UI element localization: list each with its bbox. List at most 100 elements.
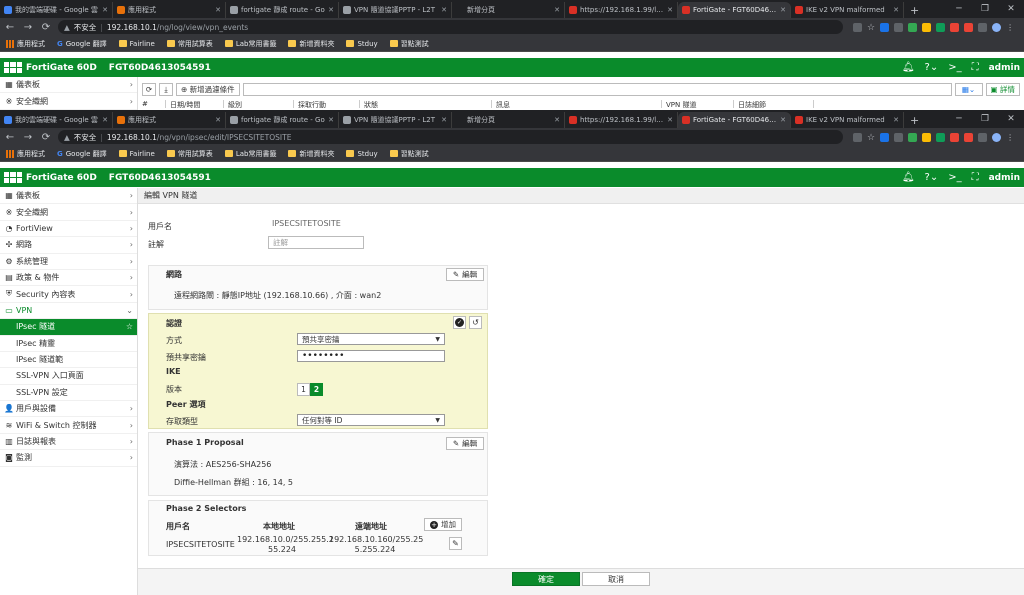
puzzle-icon[interactable]: [978, 22, 988, 32]
fullscreen-icon[interactable]: ⛶: [972, 62, 979, 73]
close-tab-icon[interactable]: ✕: [780, 116, 786, 124]
sidebar-item-dashboard-bg[interactable]: ▦ 儀表板 ›: [0, 77, 137, 94]
bell-icon[interactable]: 🔔︎: [902, 172, 915, 183]
forward-icon[interactable]: →: [22, 22, 34, 33]
method-select[interactable]: 預共享密鑰 ▼: [297, 333, 445, 345]
translate-icon[interactable]: [853, 132, 862, 142]
tab-2[interactable]: 應用程式 ✕: [113, 112, 226, 128]
sidebar-item-15[interactable]: ≋ WiFi & Switch 控制器 ›: [0, 417, 137, 434]
sidebar-item-12[interactable]: SSL-VPN 入口頁面: [0, 368, 137, 385]
bookmark-3[interactable]: Fairline: [118, 40, 155, 48]
forward-icon[interactable]: →: [22, 132, 34, 143]
menu-icon[interactable]: ⋮: [1006, 23, 1014, 32]
sidebar-item-14[interactable]: 👤 用戶與設備 ›: [0, 401, 137, 418]
ext-green-icon[interactable]: [908, 132, 918, 142]
bookmark-2[interactable]: G Google 翻譯: [57, 149, 107, 159]
phase2-edit-icon[interactable]: ✎: [449, 537, 462, 550]
sidebar-item-9[interactable]: IPsec 隧道 ☆: [0, 319, 137, 336]
avatar[interactable]: [992, 132, 1002, 142]
close-tab-icon[interactable]: ✕: [441, 6, 447, 14]
ext-red-icon[interactable]: [950, 132, 960, 142]
comment-input[interactable]: 註解: [268, 236, 364, 249]
tab-8[interactable]: IKE v2 VPN malformed ✕: [791, 2, 904, 18]
close-tab-icon[interactable]: ✕: [215, 6, 221, 14]
maximize-icon[interactable]: ❐: [972, 114, 998, 124]
fullscreen-icon[interactable]: ⛶: [972, 172, 979, 183]
ext-green-icon[interactable]: [908, 22, 918, 32]
ok-button[interactable]: 確定: [512, 572, 580, 586]
bookmark-1[interactable]: 應用程式: [6, 39, 45, 49]
tab-3[interactable]: fortigate 靜成 route - Go ✕: [226, 112, 339, 128]
bookmark-8[interactable]: 習點測試: [389, 149, 429, 159]
reload-icon[interactable]: ⟳: [40, 22, 52, 33]
bookmark-6[interactable]: 新增資料夾: [288, 149, 334, 159]
filter-input[interactable]: [242, 83, 952, 96]
sidebar-item-11[interactable]: IPsec 隧道範: [0, 352, 137, 369]
tab-3[interactable]: fortigate 靜成 route - Go ✕: [226, 2, 339, 18]
puzzle-icon[interactable]: [978, 132, 988, 142]
tab-5[interactable]: 新增分頁 ✕: [452, 112, 565, 128]
tab-7[interactable]: FortiGate - FGT60D4613 ✕: [678, 2, 791, 18]
cancel-button[interactable]: 取消: [582, 572, 650, 586]
bookmark-4[interactable]: 常用試算表: [166, 39, 213, 49]
confirm-check-icon[interactable]: ✓: [453, 316, 466, 329]
psk-input[interactable]: ••••••••: [297, 350, 445, 362]
menu-icon[interactable]: ⋮: [1006, 133, 1014, 142]
back-icon[interactable]: ←: [4, 22, 16, 33]
tab-6[interactable]: https://192.168.1.99/log ✕: [565, 2, 678, 18]
ext-yellow-icon[interactable]: [922, 132, 932, 142]
version-option-1[interactable]: 1: [297, 383, 310, 396]
sidebar-item-17[interactable]: ◙ 監測 ›: [0, 450, 137, 467]
close-tab-icon[interactable]: ✕: [554, 6, 560, 14]
download-icon[interactable]: ⤓: [159, 83, 173, 96]
ext-icon[interactable]: [894, 132, 904, 142]
bookmark-5[interactable]: Lab常用書籤: [224, 149, 276, 159]
ext-green2-icon[interactable]: [936, 132, 946, 142]
tab-1[interactable]: 我的雲端硬碟 - Google 雲 ✕: [0, 112, 113, 128]
tab-4[interactable]: VPN 隨道協議PPTP - L2T ✕: [339, 112, 452, 128]
minimize-icon[interactable]: ─: [946, 4, 972, 14]
drive-ext-icon[interactable]: [880, 132, 890, 142]
user-menu[interactable]: admin: [989, 173, 1020, 183]
cli-icon[interactable]: >_: [948, 172, 961, 183]
bookmark-5[interactable]: Lab常用書籤: [224, 39, 276, 49]
ext-yellow-icon[interactable]: [922, 22, 932, 32]
help-icon[interactable]: ?⌄: [925, 172, 939, 183]
bookmark-8[interactable]: 習點測試: [389, 39, 429, 49]
log-column-header[interactable]: 級別: [224, 100, 294, 108]
phase2-add-button[interactable]: + 增加: [424, 518, 462, 531]
new-tab-icon[interactable]: +: [904, 2, 925, 18]
translate-icon[interactable]: [853, 22, 862, 32]
url-field[interactable]: ▲ 不安全 | 192.168.10.1/ng/log/view/vpn_eve…: [58, 20, 843, 34]
sidebar-item-7[interactable]: ⛨ Security 內容表 ›: [0, 286, 137, 303]
close-tab-icon[interactable]: ✕: [667, 6, 673, 14]
sidebar-item-2[interactable]: ※ 安全織網 ›: [0, 204, 137, 221]
close-tab-icon[interactable]: ✕: [328, 6, 334, 14]
sidebar-item-5[interactable]: ⚙ 系統管理 ›: [0, 254, 137, 270]
view-toggle-icon[interactable]: ▦⌄: [954, 83, 983, 96]
tab-1[interactable]: 我的雲端硬碟 - Google 雲 ✕: [0, 2, 113, 18]
close-tab-icon[interactable]: ✕: [328, 116, 334, 124]
ext-red-icon[interactable]: [950, 22, 960, 32]
close-tab-icon[interactable]: ✕: [441, 116, 447, 124]
log-column-header[interactable]: 狀態: [360, 100, 492, 108]
tab-6[interactable]: https://192.168.1.99/log ✕: [565, 112, 678, 128]
minimize-icon[interactable]: ─: [946, 114, 972, 124]
back-icon[interactable]: ←: [4, 132, 16, 143]
sidebar-item-6[interactable]: ▤ 政策 & 物件 ›: [0, 270, 137, 287]
close-icon[interactable]: ✕: [998, 114, 1024, 124]
close-tab-icon[interactable]: ✕: [667, 116, 673, 124]
undo-icon[interactable]: ↺: [469, 316, 482, 329]
star-icon[interactable]: ☆: [867, 23, 875, 33]
refresh-icon[interactable]: ⟳: [142, 83, 156, 96]
avatar[interactable]: [992, 22, 1002, 32]
new-tab-icon[interactable]: +: [904, 112, 925, 128]
add-filter-button[interactable]: ⊕ 新增過濾條件: [176, 83, 240, 96]
help-icon[interactable]: ?⌄: [925, 62, 939, 73]
ext-icon[interactable]: [894, 22, 904, 32]
details-button[interactable]: ▣ 詳情: [985, 83, 1020, 96]
close-tab-icon[interactable]: ✕: [554, 116, 560, 124]
sidebar-item-16[interactable]: ▥ 日誌與報表 ›: [0, 434, 137, 451]
log-column-header[interactable]: 採取行動: [294, 100, 360, 108]
bookmark-6[interactable]: 新增資料夾: [288, 39, 334, 49]
